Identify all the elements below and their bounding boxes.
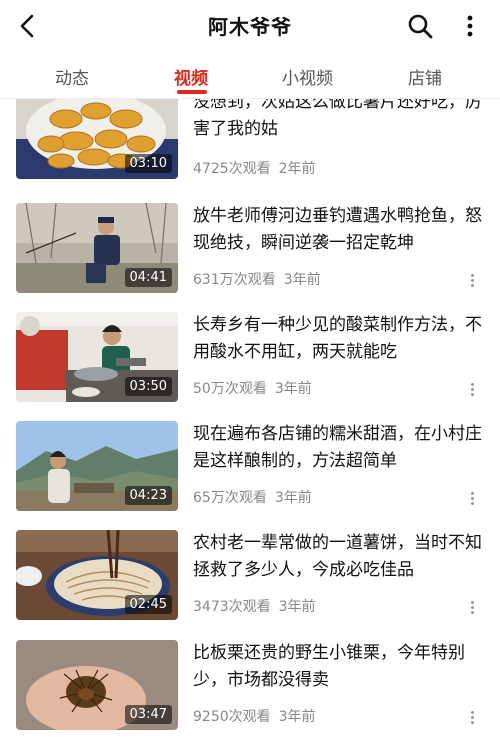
more-options-icon[interactable]: [467, 600, 477, 616]
upload-age: 3年前: [283, 272, 321, 288]
duration-badge: 04:41: [124, 268, 172, 287]
video-thumbnail[interactable]: 04:23: [16, 421, 178, 511]
upload-age: 3年前: [278, 709, 316, 725]
more-vertical-icon[interactable]: [458, 12, 482, 40]
video-thumbnail[interactable]: 03:50: [16, 312, 178, 402]
video-meta: 65万次观看 3年前: [193, 487, 312, 507]
video-meta: 9250次观看 3年前: [193, 706, 316, 726]
video-title[interactable]: 现在遍布各店铺的糯米甜酒，在小村庄是这样酿制的，方法超简单: [193, 421, 483, 475]
more-options-icon[interactable]: [467, 382, 477, 398]
video-meta: 4725次观看 2年前: [193, 158, 316, 178]
more-options-icon[interactable]: [467, 491, 477, 507]
tab-dongtai[interactable]: 动态: [55, 64, 89, 89]
duration-badge: 03:10: [124, 154, 172, 173]
upload-age: 3年前: [274, 381, 312, 397]
video-thumbnail[interactable]: 03:10: [16, 99, 178, 179]
tab-bar: 动态 视频 小视频 店铺: [0, 52, 500, 99]
upload-age: 2年前: [278, 161, 316, 177]
video-item[interactable]: 02:45 农村老一辈常做的一道薯饼，当时不知拯救了多少人，今成必吃佳品 347…: [0, 530, 500, 640]
video-item[interactable]: 04:41 放牛老师傅河边垂钓遭遇水鸭抢鱼，怒现绝技，瞬间逆袭一招定乾坤 631…: [0, 203, 500, 313]
duration-badge: 03:47: [124, 705, 172, 724]
view-count: 3473次观看: [193, 599, 271, 615]
video-list[interactable]: 03:10 没想到，次姑这么做比薯片还好吃，厉害了我的姑 4725次观看 2年前: [0, 99, 500, 745]
view-count: 9250次观看: [193, 709, 271, 725]
video-item[interactable]: 04:23 现在遍布各店铺的糯米甜酒，在小村庄是这样酿制的，方法超简单 65万次…: [0, 421, 500, 531]
view-count: 631万次观看: [193, 272, 276, 288]
tab-videos[interactable]: 视频: [174, 64, 208, 89]
duration-badge: 03:50: [124, 377, 172, 396]
upload-age: 3年前: [274, 490, 312, 506]
video-meta: 50万次观看 3年前: [193, 378, 312, 398]
more-options-icon[interactable]: [467, 710, 477, 726]
more-options-icon[interactable]: [467, 273, 477, 289]
active-tab-indicator: [177, 90, 207, 94]
view-count: 65万次观看: [193, 490, 267, 506]
video-item[interactable]: 03:10 没想到，次姑这么做比薯片还好吃，厉害了我的姑 4725次观看 2年前: [0, 99, 500, 209]
video-meta: 631万次观看 3年前: [193, 269, 321, 289]
video-item[interactable]: 03:47 比板栗还贵的野生小锥栗，今年特别少，市场都没得卖 9250次观看 3年…: [0, 640, 500, 745]
tab-shop[interactable]: 店铺: [408, 64, 442, 89]
video-meta: 3473次观看 3年前: [193, 596, 316, 616]
top-bar: 阿木爷爷: [0, 0, 500, 52]
video-title[interactable]: 放牛老师傅河边垂钓遭遇水鸭抢鱼，怒现绝技，瞬间逆袭一招定乾坤: [193, 203, 483, 257]
video-thumbnail[interactable]: 03:47: [16, 640, 178, 730]
view-count: 50万次观看: [193, 381, 267, 397]
search-icon[interactable]: [406, 12, 434, 40]
duration-badge: 04:23: [124, 486, 172, 505]
video-title[interactable]: 长寿乡有一种少见的酸菜制作方法，不用酸水不用缸，两天就能吃: [193, 312, 483, 366]
upload-age: 3年前: [278, 599, 316, 615]
video-title[interactable]: 比板栗还贵的野生小锥栗，今年特别少，市场都没得卖: [193, 640, 483, 694]
tab-short-videos[interactable]: 小视频: [282, 64, 333, 89]
video-item[interactable]: 03:50 长寿乡有一种少见的酸菜制作方法，不用酸水不用缸，两天就能吃 50万次…: [0, 312, 500, 422]
video-title[interactable]: 农村老一辈常做的一道薯饼，当时不知拯救了多少人，今成必吃佳品: [193, 530, 483, 584]
view-count: 4725次观看: [193, 161, 271, 177]
duration-badge: 02:45: [124, 595, 172, 614]
video-thumbnail[interactable]: 02:45: [16, 530, 178, 620]
video-thumbnail[interactable]: 04:41: [16, 203, 178, 293]
video-title[interactable]: 没想到，次姑这么做比薯片还好吃，厉害了我的姑: [193, 99, 483, 143]
